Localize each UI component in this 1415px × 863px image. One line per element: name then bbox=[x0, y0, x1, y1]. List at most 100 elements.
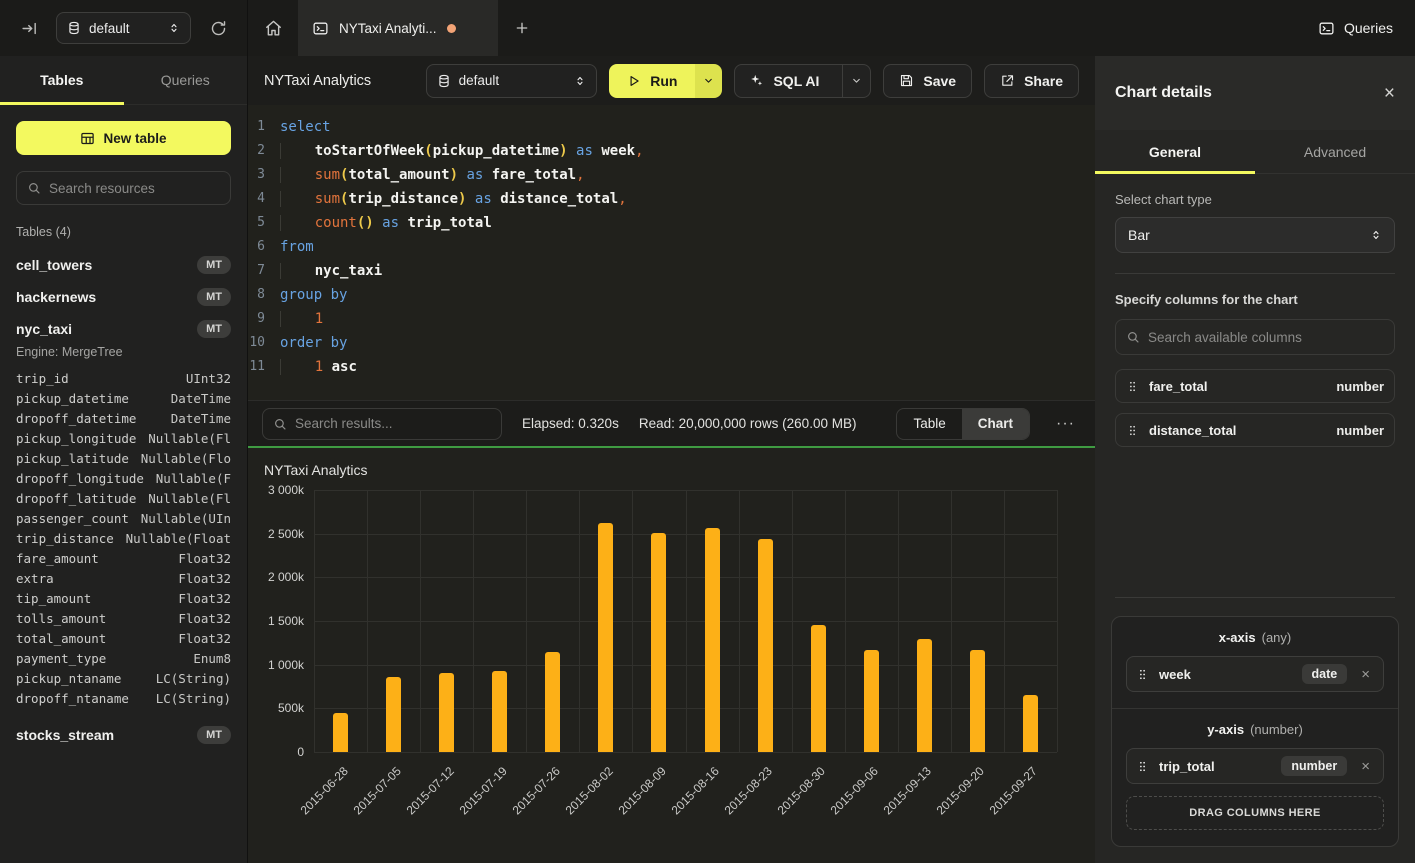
code-line-7[interactable]: 7 nyc_taxi bbox=[248, 259, 1095, 283]
table-item-nyc_taxi[interactable]: nyc_taxiMT bbox=[0, 313, 247, 345]
drag-handle-icon[interactable] bbox=[1126, 380, 1139, 393]
column-row-dropoff_latitude[interactable]: dropoff_latitudeNullable(Fl bbox=[16, 489, 231, 509]
gridline-vertical bbox=[898, 490, 899, 752]
table-item-stocks_stream[interactable]: stocks_streamMT bbox=[0, 719, 247, 751]
toolbar-database-selector[interactable]: default bbox=[426, 64, 598, 98]
bar-2015-08-02[interactable] bbox=[598, 523, 613, 752]
column-row-passenger_count[interactable]: passenger_countNullable(UIn bbox=[16, 509, 231, 529]
save-button[interactable]: Save bbox=[883, 64, 972, 98]
sidebar-tab-tables[interactable]: Tables bbox=[0, 56, 124, 104]
sidebar-tab-queries[interactable]: Queries bbox=[124, 56, 248, 104]
view-toggle-chart[interactable]: Chart bbox=[962, 409, 1029, 439]
database-selector[interactable]: default bbox=[56, 12, 191, 44]
columns-search[interactable] bbox=[1115, 319, 1395, 355]
bar-2015-09-06[interactable] bbox=[864, 650, 879, 752]
column-type: Nullable(UIn bbox=[141, 509, 231, 529]
bar-2015-07-12[interactable] bbox=[439, 673, 454, 752]
sql-editor[interactable]: 1select2 toStartOfWeek(pickup_datetime) … bbox=[248, 105, 1095, 400]
bar-2015-09-27[interactable] bbox=[1023, 695, 1038, 752]
column-row-pickup_longitude[interactable]: pickup_longitudeNullable(Fl bbox=[16, 429, 231, 449]
remove-y-axis-column-button[interactable]: × bbox=[1357, 758, 1374, 775]
chart-plot[interactable]: 3 000k2 500k2 000k1 500k1 000k500k0 bbox=[314, 490, 1057, 752]
drag-columns-drop-zone[interactable]: DRAG COLUMNS HERE bbox=[1126, 796, 1384, 830]
refresh-button[interactable] bbox=[203, 13, 233, 43]
bar-2015-07-26[interactable] bbox=[545, 652, 560, 752]
share-button[interactable]: Share bbox=[984, 64, 1079, 98]
new-table-button[interactable]: New table bbox=[16, 121, 231, 155]
run-options-button[interactable] bbox=[695, 64, 722, 98]
column-row-dropoff_ntaname[interactable]: dropoff_ntanameLC(String) bbox=[16, 689, 231, 709]
column-row-pickup_datetime[interactable]: pickup_datetimeDateTime bbox=[16, 389, 231, 409]
code-line-1[interactable]: 1select bbox=[248, 115, 1095, 139]
close-panel-button[interactable]: × bbox=[1384, 84, 1395, 103]
tab-general[interactable]: General bbox=[1095, 130, 1255, 173]
column-row-payment_type[interactable]: payment_typeEnum8 bbox=[16, 649, 231, 669]
columns-search-input[interactable] bbox=[1148, 330, 1384, 345]
sidebar-collapse-button[interactable] bbox=[14, 13, 44, 43]
x-axis-tick: 2015-08-30 bbox=[775, 764, 828, 817]
sidebar-scroll-area[interactable]: Tables (4) cell_towersMThackernewsMTnyc_… bbox=[0, 219, 247, 863]
table-item-hackernews[interactable]: hackernewsMT bbox=[0, 281, 247, 313]
column-row-trip_id[interactable]: trip_idUInt32 bbox=[16, 369, 231, 389]
bar-2015-08-23[interactable] bbox=[758, 539, 773, 752]
results-more-button[interactable]: ··· bbox=[1050, 415, 1081, 433]
column-row-tolls_amount[interactable]: tolls_amountFloat32 bbox=[16, 609, 231, 629]
column-row-total_amount[interactable]: total_amountFloat32 bbox=[16, 629, 231, 649]
y-axis-column-trip-total[interactable]: trip_total number × bbox=[1126, 748, 1384, 784]
code-line-6[interactable]: 6from bbox=[248, 235, 1095, 259]
drag-handle-icon[interactable] bbox=[1136, 668, 1149, 681]
code-line-5[interactable]: 5 count() as trip_total bbox=[248, 211, 1095, 235]
sql-ai-button[interactable]: SQL AI bbox=[735, 65, 833, 97]
x-axis-column-week[interactable]: week date × bbox=[1126, 656, 1384, 692]
remove-x-axis-column-button[interactable]: × bbox=[1357, 666, 1374, 683]
table-item-cell_towers[interactable]: cell_towersMT bbox=[0, 249, 247, 281]
bar-2015-09-20[interactable] bbox=[970, 650, 985, 752]
bar-2015-08-09[interactable] bbox=[651, 533, 666, 752]
column-row-tip_amount[interactable]: tip_amountFloat32 bbox=[16, 589, 231, 609]
column-type: Float32 bbox=[178, 569, 231, 589]
results-search[interactable] bbox=[262, 408, 502, 440]
bar-2015-07-19[interactable] bbox=[492, 671, 507, 752]
column-name: extra bbox=[16, 569, 54, 589]
code-line-8[interactable]: 8group by bbox=[248, 283, 1095, 307]
run-button[interactable]: Run bbox=[609, 64, 695, 98]
column-type: Nullable(Fl bbox=[148, 489, 231, 509]
query-tab-nytaxi[interactable]: NYTaxi Analyti... bbox=[298, 0, 498, 56]
code-line-10[interactable]: 10order by bbox=[248, 331, 1095, 355]
new-tab-button[interactable] bbox=[498, 0, 546, 56]
tab-advanced[interactable]: Advanced bbox=[1255, 130, 1415, 173]
code-line-2[interactable]: 2 toStartOfWeek(pickup_datetime) as week… bbox=[248, 139, 1095, 163]
bar-2015-09-13[interactable] bbox=[917, 639, 932, 752]
results-search-input[interactable] bbox=[295, 416, 491, 431]
queries-button[interactable]: Queries bbox=[1296, 0, 1415, 56]
bar-2015-07-05[interactable] bbox=[386, 677, 401, 752]
code-line-3[interactable]: 3 sum(total_amount) as fare_total, bbox=[248, 163, 1095, 187]
column-row-pickup_ntaname[interactable]: pickup_ntanameLC(String) bbox=[16, 669, 231, 689]
bar-2015-08-30[interactable] bbox=[811, 625, 826, 753]
view-toggle-table[interactable]: Table bbox=[897, 409, 961, 439]
x-axis-tick: 2015-06-28 bbox=[297, 764, 350, 817]
available-column-distance_total[interactable]: distance_totalnumber bbox=[1115, 413, 1395, 447]
home-button[interactable] bbox=[248, 0, 298, 56]
sql-ai-options-button[interactable] bbox=[842, 65, 870, 97]
code-line-11[interactable]: 11 1 asc bbox=[248, 355, 1095, 379]
bar-2015-08-16[interactable] bbox=[705, 528, 720, 752]
code-line-9[interactable]: 9 1 bbox=[248, 307, 1095, 331]
app-window: default NYTaxi Analyti... Queries bbox=[0, 0, 1415, 863]
sidebar-search[interactable] bbox=[16, 171, 231, 205]
drag-handle-icon[interactable] bbox=[1136, 760, 1149, 773]
bar-2015-06-28[interactable] bbox=[333, 713, 348, 752]
available-column-fare_total[interactable]: fare_totalnumber bbox=[1115, 369, 1395, 403]
chart-section: NYTaxi Analytics 3 000k2 500k2 000k1 500… bbox=[248, 446, 1095, 863]
gridline-vertical bbox=[1057, 490, 1058, 752]
column-row-fare_amount[interactable]: fare_amountFloat32 bbox=[16, 549, 231, 569]
column-row-dropoff_datetime[interactable]: dropoff_datetimeDateTime bbox=[16, 409, 231, 429]
sidebar-search-input[interactable] bbox=[49, 181, 220, 196]
column-row-dropoff_longitude[interactable]: dropoff_longitudeNullable(F bbox=[16, 469, 231, 489]
code-line-4[interactable]: 4 sum(trip_distance) as distance_total, bbox=[248, 187, 1095, 211]
column-row-trip_distance[interactable]: trip_distanceNullable(Float bbox=[16, 529, 231, 549]
column-row-pickup_latitude[interactable]: pickup_latitudeNullable(Flo bbox=[16, 449, 231, 469]
chart-type-select[interactable]: Bar bbox=[1115, 217, 1395, 253]
drag-handle-icon[interactable] bbox=[1126, 424, 1139, 437]
column-row-extra[interactable]: extra Float32 bbox=[16, 569, 231, 589]
